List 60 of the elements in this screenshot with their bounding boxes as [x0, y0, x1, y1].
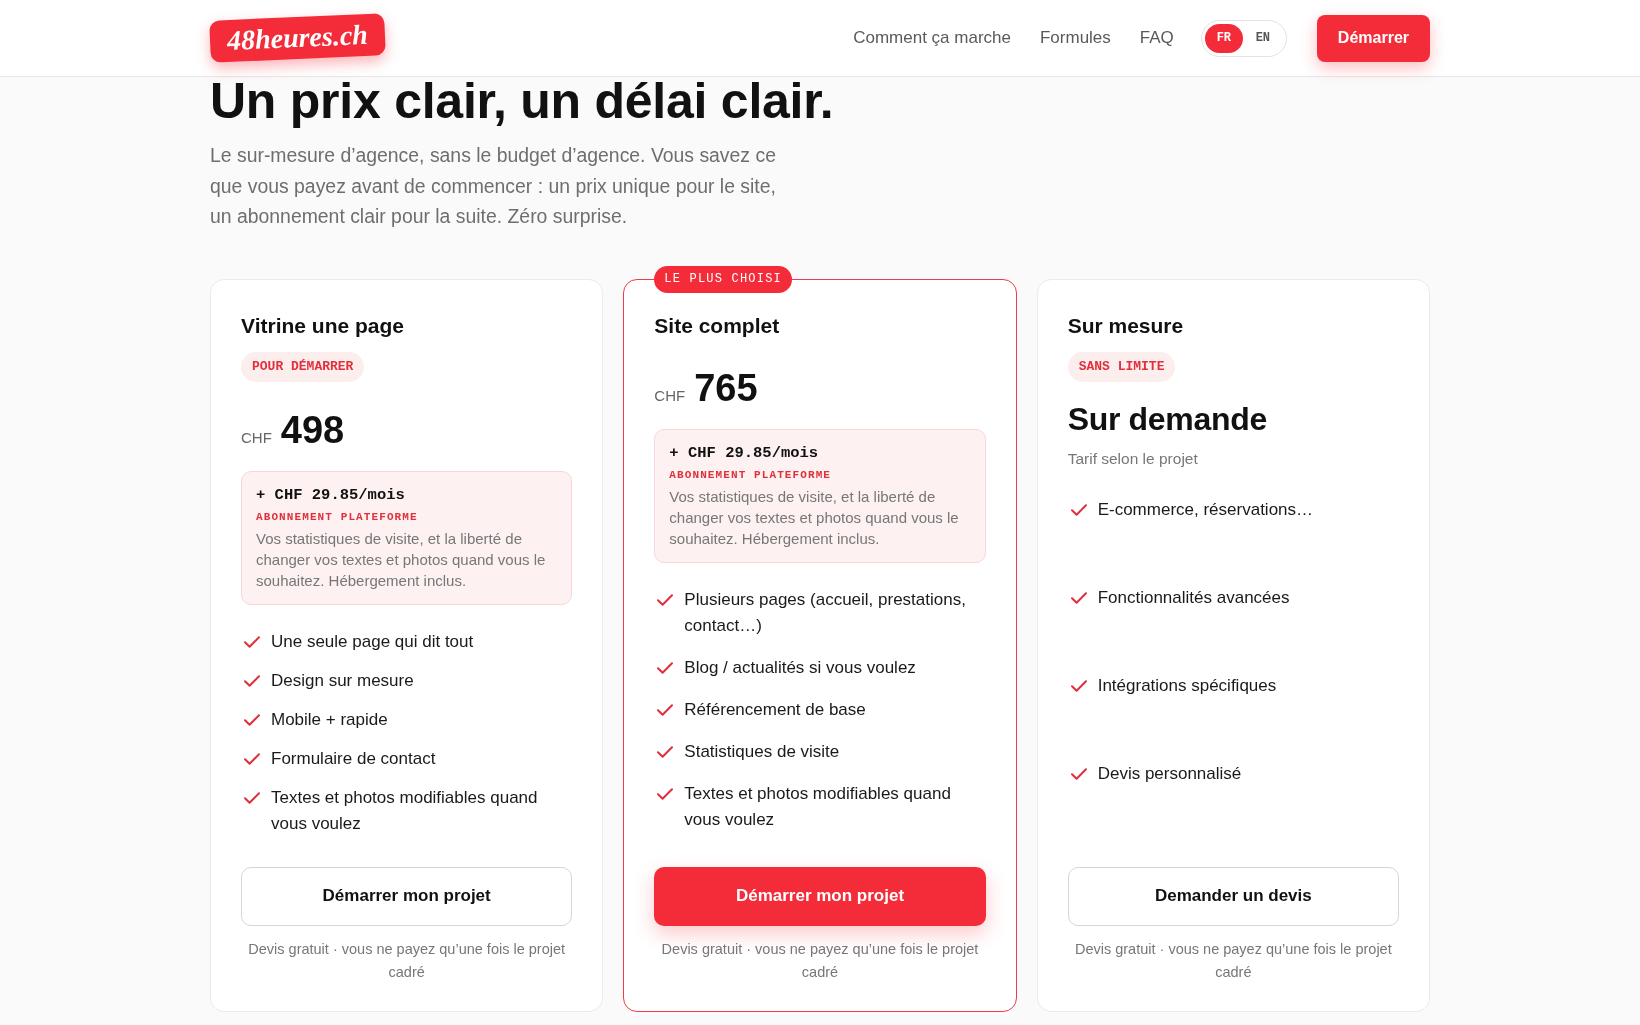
plan-name: Vitrine une page	[241, 312, 405, 339]
plan-price: Sur demande	[1067, 401, 1268, 436]
check-icon	[1070, 680, 1087, 692]
feature-text: Textes et photos modifiables quand vous voulez	[271, 786, 539, 835]
check-icon	[1070, 591, 1087, 604]
feature-text: Blog / actualités si vous voulez	[684, 656, 916, 679]
subscription-price: + CHF 29.85/mois	[669, 442, 820, 463]
cta-button[interactable]: Demander un devis	[1067, 866, 1399, 926]
plan-note: Devis gratuit · vous ne payez qu’une fois le projet cadré	[660, 939, 980, 982]
intro-text: Le sur-mesure d’agence, sans le budget d’agence. Vous savez ce que vous payez avant de commencer : un prix unique pour le site, un abonnement clair pour la suite. Zéro surprise.	[210, 143, 777, 229]
feature-text: Intégrations spécifiques	[1097, 675, 1277, 697]
nav-link[interactable]: FAQ	[1139, 25, 1174, 51]
feature-text: Devis personnalisé	[1097, 763, 1242, 786]
cta-button[interactable]: Démarrer mon projet	[654, 866, 986, 926]
plan-tag: SANS LIMITE	[1067, 351, 1176, 382]
feature-text: E-commerce, réservations…	[1097, 498, 1314, 521]
feature-text: Textes et photos modifiables quand vous voulez	[684, 783, 952, 832]
feature-text: Plusieurs pages (accueil, prestations, contact…)	[684, 588, 967, 637]
logo[interactable]: 48heures.ch	[209, 13, 386, 63]
cta-button[interactable]: Démarrer mon projet	[241, 866, 573, 926]
subscription-label: ABONNEMENT PLATEFORME	[256, 509, 419, 525]
check-icon	[244, 635, 260, 648]
check-icon	[657, 746, 674, 759]
check-icon	[657, 593, 674, 606]
check-icon	[1070, 503, 1087, 516]
plan-tag: POUR DÉMARRER	[241, 351, 365, 382]
start-button[interactable]: Démarrer	[1316, 14, 1430, 62]
plan-name: Sur mesure	[1067, 312, 1185, 339]
plan-note: Devis gratuit · vous ne payez qu’une fois le projet cadré	[1073, 939, 1393, 982]
feature-text: Fonctionnalités avancées	[1097, 586, 1290, 609]
currency-label: CHF	[241, 429, 272, 445]
check-icon	[1070, 768, 1087, 781]
feature-text: Statistiques de visite	[684, 741, 840, 764]
check-icon	[244, 752, 260, 765]
feature-text: Une seule page qui dit tout	[271, 630, 474, 653]
currency-label: CHF	[654, 387, 686, 403]
check-icon	[657, 661, 674, 674]
plan-price: 765	[694, 368, 758, 407]
subscription-description: Vos statistiques de visite, et la liberté de changer vos textes et photos quand vous le souhaitez. Hébergement inclus.	[669, 486, 960, 549]
plan-price: 498	[280, 410, 345, 449]
feature-text: Formulaire de contact	[271, 747, 436, 770]
check-icon	[244, 791, 260, 804]
feature-text: Mobile + rapide	[271, 708, 388, 731]
subscription-description: Vos statistiques de visite, et la liberté de changer vos textes et photos quand vous le souhaitez. Hébergement inclus.	[256, 528, 547, 591]
plan-note: Devis gratuit · vous ne payez qu’une fois le projet cadré	[247, 939, 567, 982]
plan-name: Site complet	[654, 312, 781, 339]
check-icon	[657, 703, 674, 716]
feature-text: Design sur mesure	[271, 669, 414, 692]
featured-ribbon: LE PLUS CHOISI	[654, 265, 792, 293]
language-option[interactable]: EN	[1242, 23, 1283, 53]
feature-text: Référencement de base	[684, 698, 866, 721]
price-note: Tarif selon le projet	[1067, 448, 1199, 469]
nav-link[interactable]: Formules	[1039, 25, 1111, 51]
check-icon	[657, 788, 674, 801]
subscription-price: + CHF 29.85/mois	[256, 484, 406, 505]
check-icon	[244, 674, 260, 687]
subscription-label: ABONNEMENT PLATEFORME	[669, 467, 833, 483]
language-option[interactable]: FR	[1204, 23, 1243, 53]
nav-link[interactable]: Comment ça marche	[853, 25, 1011, 51]
check-icon	[244, 713, 260, 726]
